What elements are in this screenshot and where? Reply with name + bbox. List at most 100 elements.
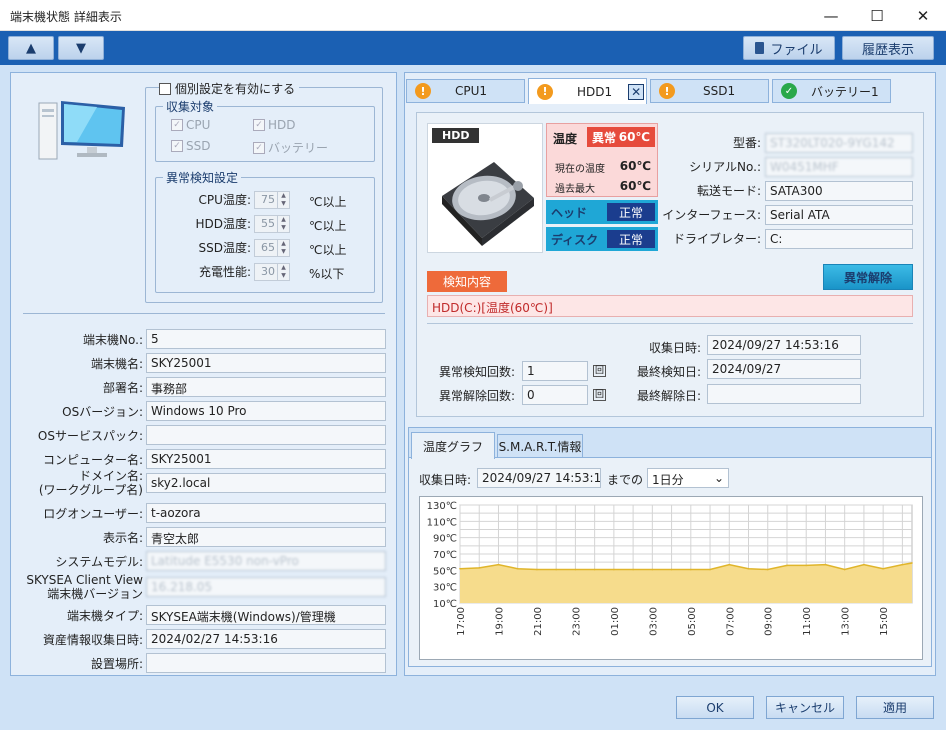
collect-cpu[interactable]: ✓ CPU <box>171 118 210 132</box>
info-label: ドメイン名: (ワークグループ名) <box>13 469 143 497</box>
info-label: ログオンユーザー: <box>43 507 143 521</box>
divider <box>427 323 913 324</box>
last-clear-label: 最終解除日: <box>636 389 701 403</box>
file-button-label: ファイル <box>770 42 823 58</box>
enable-individual-settings[interactable]: 個別設定を有効にする <box>159 80 300 97</box>
collect-hdd-label: HDD <box>268 118 296 132</box>
spin-arrows-icon[interactable]: ▲ ▼ <box>277 216 289 232</box>
collect-ssd-label: SSD <box>186 139 211 153</box>
tab-temperature-graph[interactable]: 温度グラフ <box>411 432 495 459</box>
chevron-down-icon: ⌄ <box>713 471 724 485</box>
current-temp-label: 現在の温度 <box>555 164 605 175</box>
tab-ssd1-label: SSD1 <box>703 84 736 98</box>
info-label: 端末機タイプ: <box>66 609 143 623</box>
warning-icon: ! <box>537 83 553 100</box>
data-point <box>651 568 654 571</box>
enable-checkbox-label: 個別設定を有効にする <box>175 82 296 96</box>
info-label-line2: 端末機バージョン <box>47 587 143 601</box>
info-label: SKYSEA Client View 端末機バージョン <box>13 573 143 601</box>
detect-count-unit: 回 <box>593 365 607 377</box>
close-button[interactable]: ✕ <box>900 0 946 31</box>
x-tick-label: 13:00 <box>841 607 852 636</box>
ssd-temp-stepper[interactable]: 65 ▲ ▼ <box>254 239 290 257</box>
hdd-badge: HDD <box>432 128 480 143</box>
data-point <box>632 568 634 571</box>
maximize-button[interactable]: ☐ <box>854 0 900 31</box>
apply-button[interactable]: 適用 <box>856 696 934 719</box>
info-label: 設置場所: <box>90 657 143 671</box>
info-field: 2024/02/27 14:53:16 <box>146 629 386 649</box>
arrow-up-icon: ▲ <box>26 40 36 56</box>
tab-battery1[interactable]: ✓ バッテリー1 <box>772 79 891 103</box>
data-point <box>786 564 788 567</box>
graph-panel: 温度グラフ S.M.A.R.T.情報 収集日時: 2024/09/27 14:5… <box>408 427 932 667</box>
cancel-button[interactable]: キャンセル <box>766 696 844 719</box>
collect-ssd[interactable]: ✓ SSD <box>171 139 210 153</box>
collect-hdd-checkbox[interactable]: ✓ <box>253 119 265 131</box>
cpu-temp-unit: ℃以上 <box>309 195 347 209</box>
temp-value-text: 60℃ <box>618 130 650 144</box>
info-label: 部署名: <box>102 381 143 395</box>
data-point <box>882 567 884 570</box>
tab-hdd1[interactable]: ! HDD1 ✕ <box>528 78 647 104</box>
x-tick-label: 01:00 <box>610 607 621 636</box>
window-title: 端末機状態 詳細表示 <box>10 10 122 24</box>
warning-icon: ! <box>659 83 675 99</box>
data-point <box>901 563 904 566</box>
collect-battery[interactable]: ✓ バッテリー <box>253 139 328 156</box>
data-point <box>478 567 481 569</box>
data-point <box>536 568 538 571</box>
info-field: SKYSEA端末機(Windows)/管理機 <box>146 605 386 625</box>
detect-content-text: HDD(C:)[温度(60℃)] <box>427 295 913 317</box>
tab-ssd1[interactable]: ! SSD1 <box>650 79 769 103</box>
data-point <box>670 568 673 571</box>
detect-settings-title: 異常検知設定 <box>163 169 242 186</box>
charge-stepper[interactable]: 30 ▲ ▼ <box>254 263 290 281</box>
collect-cpu-checkbox[interactable]: ✓ <box>171 119 183 131</box>
data-point <box>747 567 750 570</box>
disk-status: ディスク 正常 <box>546 227 658 251</box>
minimize-button[interactable]: — <box>808 0 854 31</box>
hdd-prop-label: シリアルNo.: <box>689 160 761 174</box>
enable-checkbox[interactable] <box>159 82 171 95</box>
next-button[interactable]: ▼ <box>58 36 104 60</box>
data-point <box>690 568 692 571</box>
arrow-down-icon: ▼ <box>76 40 86 56</box>
info-label: OSサービスパック: <box>37 429 143 443</box>
ok-button[interactable]: OK <box>676 696 754 719</box>
file-icon <box>755 42 765 54</box>
x-tick-label: 03:00 <box>648 607 659 636</box>
history-button[interactable]: 履歴表示 <box>842 36 934 60</box>
close-tab-icon[interactable]: ✕ <box>628 83 645 100</box>
info-label: 表示名: <box>102 531 143 545</box>
computer-icon <box>37 97 127 163</box>
data-point <box>728 563 731 566</box>
clear-anomaly-button[interactable]: 異常解除 <box>823 264 913 290</box>
divider <box>23 313 385 314</box>
file-button[interactable]: ファイル <box>743 36 835 60</box>
clear-count-field: 0 <box>522 385 588 405</box>
collect-battery-checkbox[interactable]: ✓ <box>253 141 265 154</box>
tab-cpu1[interactable]: ! CPU1 <box>406 79 525 103</box>
info-label: 端末機No.: <box>83 333 143 347</box>
data-point <box>516 567 519 570</box>
info-field: t-aozora <box>146 503 386 523</box>
collect-hdd[interactable]: ✓ HDD <box>253 118 296 132</box>
tab-smart-info[interactable]: S.M.A.R.T.情報 <box>497 434 583 458</box>
info-field <box>146 425 386 445</box>
info-label-line1: SKYSEA Client View <box>26 573 143 587</box>
info-label: コンピューター名: <box>42 453 143 467</box>
spin-arrows-icon[interactable]: ▲ ▼ <box>277 240 289 256</box>
spin-arrows-icon[interactable]: ▲ ▼ <box>277 192 289 208</box>
collect-ssd-checkbox[interactable]: ✓ <box>171 140 183 152</box>
clear-count-label: 異常解除回数: <box>438 389 515 403</box>
spin-arrows-icon[interactable]: ▲ ▼ <box>277 264 289 280</box>
hdd-temp-stepper[interactable]: 55 ▲ ▼ <box>254 215 290 233</box>
graph-collected-label: 収集日時: <box>419 473 472 487</box>
cpu-temp-stepper[interactable]: 75 ▲ ▼ <box>254 191 290 209</box>
info-field: 16.218.05 <box>146 577 386 597</box>
hdd-temp-unit: ℃以上 <box>309 219 347 233</box>
previous-button[interactable]: ▲ <box>8 36 54 60</box>
detect-count-field: 1 <box>522 361 588 381</box>
range-select[interactable]: 1日分 ⌄ <box>647 468 729 488</box>
